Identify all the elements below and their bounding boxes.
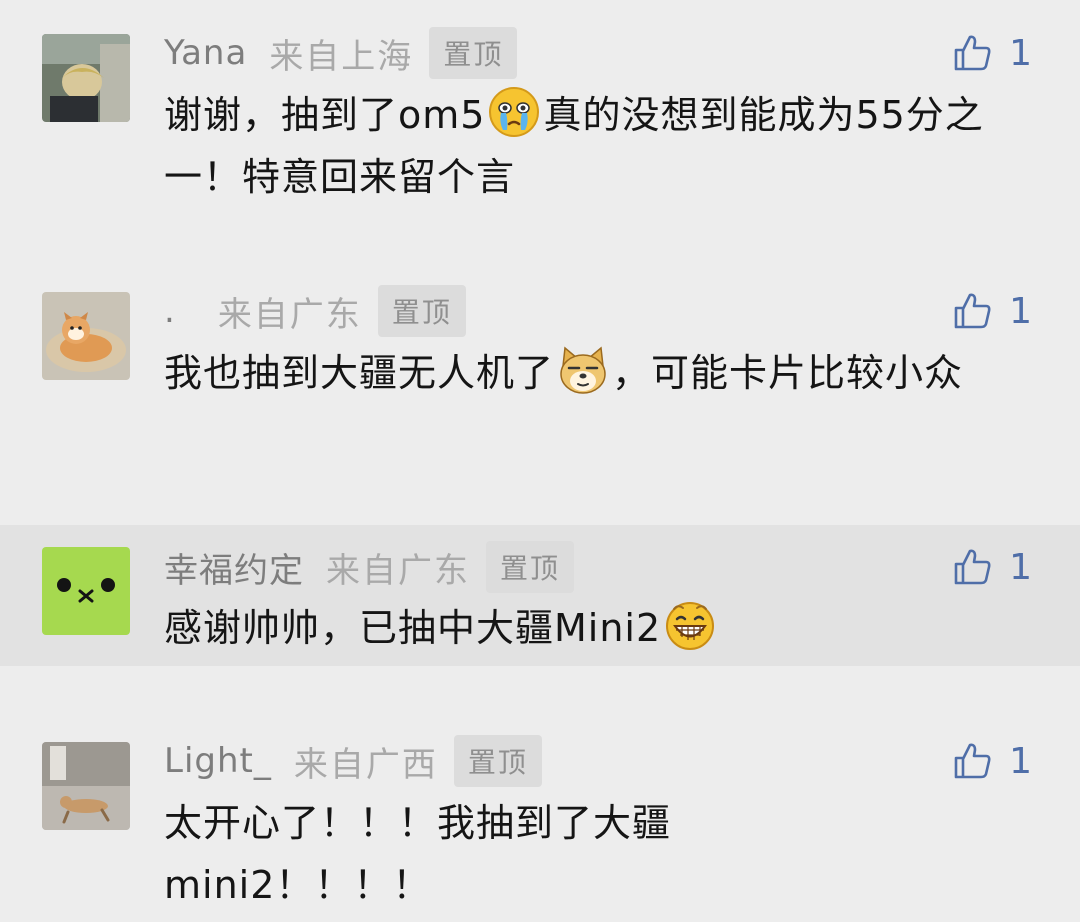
nickname[interactable]: Yana [164, 33, 247, 73]
thumbs-up-icon [954, 743, 991, 779]
pinned-badge: 置顶 [486, 541, 575, 593]
comment-text: 谢谢，抽到了om5 真的没想到能成为55分之一！特意回来留个言 [164, 84, 1034, 208]
like-button[interactable]: 1 [953, 284, 1032, 338]
comment-item: . 来自广东 置顶 1 我也抽到大疆无人机了 ，可能卡片比较小众 [0, 260, 1080, 525]
nickname[interactable]: . [164, 291, 176, 331]
thumbs-up-icon [954, 35, 991, 71]
grin-face-icon [666, 602, 715, 650]
comment-item: Yana 来自上海 置顶 1 谢谢，抽到了om5 真的没想到能成为55分之一！特… [0, 0, 1080, 260]
pinned-badge: 置顶 [429, 27, 518, 79]
nickname[interactable]: Light_ [164, 741, 272, 781]
comment-text: 我也抽到大疆无人机了 ，可能卡片比较小众 [164, 342, 1034, 404]
comment-meta: Light_ 来自广西 置顶 [164, 734, 542, 788]
like-count: 1 [1009, 546, 1032, 588]
pinned-badge: 置顶 [453, 735, 542, 787]
comment-text-part: 我也抽到大疆无人机了 [164, 351, 555, 395]
comment-text: 感谢帅帅，已抽中大疆Mini2 [164, 597, 1034, 659]
thumbs-up-icon [954, 293, 991, 329]
location: 来自广东 [217, 294, 362, 335]
nickname[interactable]: 幸福约定 [164, 543, 304, 592]
comment-text-part: 感谢帅帅，已抽中大疆Mini2 [164, 606, 662, 650]
comment-text-part: ，可能卡片比较小众 [612, 351, 964, 395]
location: 来自上海 [269, 36, 414, 77]
pinned-badge: 置顶 [377, 285, 466, 337]
comment-meta: Yana 来自上海 置顶 [164, 26, 518, 80]
like-count: 1 [1009, 740, 1032, 782]
comment-meta: . 来自广东 置顶 [164, 284, 466, 338]
comment-meta: 幸福约定 来自广东 置顶 [164, 540, 575, 594]
avatar[interactable] [42, 547, 130, 635]
location: 来自广东 [326, 550, 470, 591]
crying-face-icon [489, 87, 540, 137]
avatar[interactable] [42, 292, 130, 380]
comment-text: 太开心了！！！我抽到了大疆 mini2！！！！ [164, 792, 1034, 916]
like-button[interactable]: 1 [953, 734, 1032, 788]
comment-item: Light_ 来自广西 置顶 1 太开心了！！！我抽到了大疆 mini2！！！！ [0, 666, 1080, 922]
avatar[interactable] [42, 742, 130, 830]
doge-icon [560, 346, 606, 394]
location: 来自广西 [293, 744, 438, 785]
like-button[interactable]: 1 [953, 26, 1032, 80]
avatar[interactable] [42, 34, 130, 122]
like-count: 1 [1009, 32, 1032, 74]
like-count: 1 [1009, 290, 1032, 332]
thumbs-up-icon [954, 549, 991, 585]
comment-text-part: 谢谢，抽到了om5 [164, 93, 486, 137]
comment-item: 幸福约定 来自广东 置顶 1 感谢帅帅，已抽中大疆Mini2 [0, 525, 1080, 666]
comment-text-line: mini2！！！！ [164, 863, 432, 907]
comment-text-line: 太开心了！！！我抽到了大疆 [164, 801, 672, 845]
like-button[interactable]: 1 [953, 540, 1032, 594]
